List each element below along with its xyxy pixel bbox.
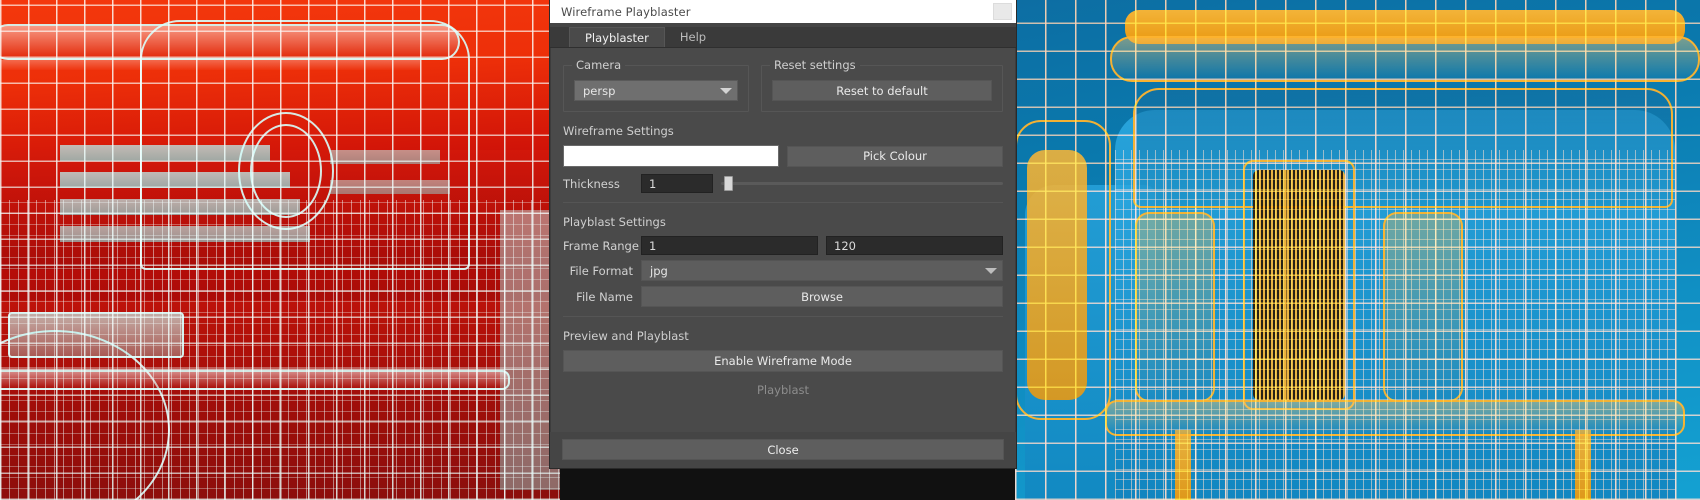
thickness-slider-handle[interactable] [723,176,733,191]
file-format-label: File Format [569,263,633,278]
reset-to-default-button[interactable]: Reset to default [772,80,992,101]
frame-range-row: Frame Range 1 120 [563,236,1003,255]
tab-playblaster-label: Playblaster [585,30,649,45]
colour-row: Pick Colour [563,145,1003,167]
preview-and-playblast-label: Preview and Playblast [563,329,689,343]
divider [563,202,1003,203]
thickness-slider-track [721,182,1003,185]
browse-label: Browse [801,289,843,304]
thickness-label: Thickness [563,176,620,191]
tab-help-label: Help [679,30,707,44]
frame-end-value: 120 [834,238,856,253]
playblast-settings-label: Playblast Settings [563,215,666,229]
tab-content-playblaster: Camera persp Reset settings Reset to def… [550,48,1016,432]
reset-settings-group: Reset settings Reset to default [761,58,1003,112]
wireframe-colour-swatch[interactable] [563,145,779,167]
restore-button[interactable] [993,3,1012,20]
dialog-footer: Close [550,432,1016,468]
frame-range-label: Frame Range [563,238,639,253]
camera-select[interactable]: persp [574,80,738,101]
left-wireframe-mesh-fine [0,200,560,500]
reset-to-default-label: Reset to default [836,83,928,98]
chevron-down-icon [985,267,997,274]
chevron-down-icon [720,87,732,94]
frame-start-value: 1 [649,238,657,253]
wireframe-settings-label: Wireframe Settings [563,124,674,138]
browse-button[interactable]: Browse [641,286,1003,307]
right-wireframe-mesh-fine [1115,150,1675,500]
file-name-label: File Name [576,289,633,304]
viewport-right-wireframe-render [1015,0,1700,500]
frame-start-input[interactable]: 1 [641,236,818,255]
pick-colour-label: Pick Colour [863,149,927,163]
thickness-value: 1 [649,176,657,191]
wireframe-playblaster-dialog: Wireframe Playblaster Playblaster Help C… [550,0,1016,468]
frame-end-input[interactable]: 120 [826,236,1003,255]
viewport-left-wireframe-render [0,0,560,500]
thickness-input[interactable]: 1 [641,174,713,193]
file-name-row: File Name Browse [563,286,1003,307]
enable-wireframe-mode-label: Enable Wireframe Mode [714,354,852,368]
divider [563,316,1003,317]
reset-settings-group-label: Reset settings [770,58,860,72]
thickness-row: Thickness 1 [563,174,1003,193]
screen: Wireframe Playblaster Playblaster Help C… [0,0,1700,500]
dialog-titlebar[interactable]: Wireframe Playblaster [550,0,1016,23]
tab-playblaster[interactable]: Playblaster [569,27,665,47]
close-button-label: Close [767,442,799,457]
camera-group: Camera persp [563,58,749,112]
file-format-row: File Format jpg [563,260,1003,281]
dialog-body: Playblaster Help Camera persp Reset sett… [550,23,1016,468]
camera-group-label: Camera [572,58,626,72]
file-format-value: jpg [650,263,668,278]
thickness-slider[interactable] [721,174,1003,193]
playblast-label: Playblast [756,383,810,397]
pick-colour-button[interactable]: Pick Colour [787,145,1003,167]
preview-and-playblast-section: Preview and Playblast Enable Wireframe M… [563,329,1003,401]
camera-select-value: persp [583,83,616,98]
playblast-settings-section: Playblast Settings Frame Range 1 120 Fil… [563,215,1003,307]
tab-bar: Playblaster Help [550,27,1016,48]
close-button[interactable]: Close [562,439,1004,460]
enable-wireframe-mode-button[interactable]: Enable Wireframe Mode [563,350,1003,372]
top-groups-row: Camera persp Reset settings Reset to def… [563,56,1003,112]
window-title: Wireframe Playblaster [561,4,691,19]
tab-help[interactable]: Help [664,27,722,47]
playblast-button[interactable]: Playblast [563,379,1003,401]
wireframe-settings-section: Wireframe Settings Pick Colour Thickness… [563,124,1003,193]
file-format-select[interactable]: jpg [641,260,1003,281]
